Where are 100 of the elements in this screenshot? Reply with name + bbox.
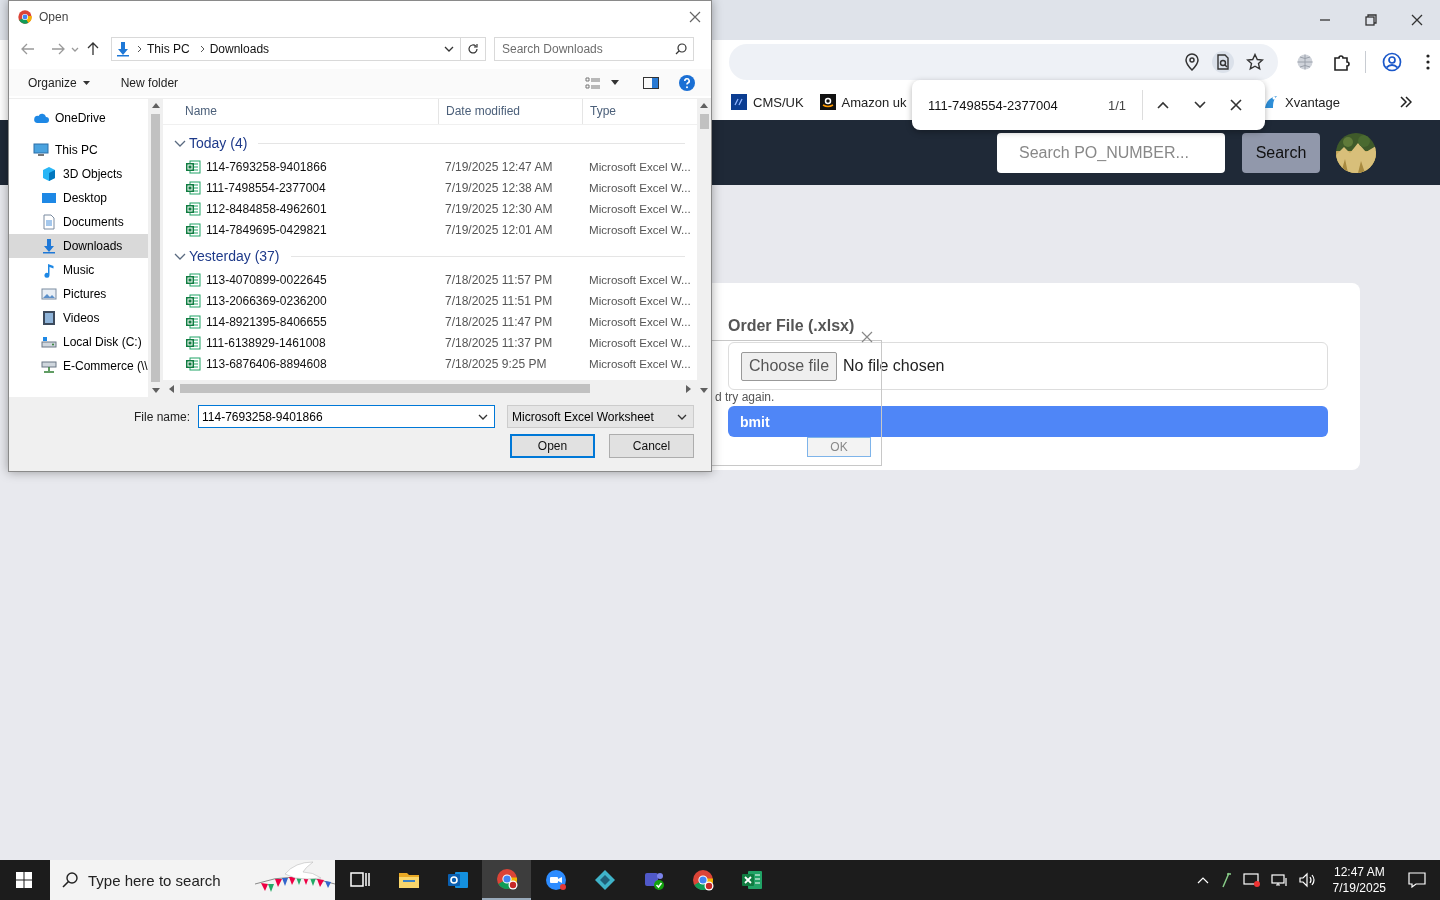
file-type: Microsoft Excel W... (588, 181, 692, 194)
search-box[interactable]: Type here to search (50, 860, 335, 900)
file-row[interactable]: 111-6138929-1461008 7/18/2025 11:37 PM Microsoft Excel W... (163, 332, 697, 353)
scrollbar[interactable] (697, 99, 711, 397)
file-type: Microsoft Excel W... (588, 223, 692, 236)
site-icon (731, 94, 747, 110)
search-field[interactable]: Search Downloads (494, 37, 694, 61)
chevron-down-icon[interactable] (1194, 101, 1207, 109)
path-field[interactable]: This PC Downloads (111, 37, 486, 61)
file-name: 113-2066369-0236200 (206, 293, 327, 308)
file-date: 7/18/2025 11:47 PM (444, 314, 554, 329)
alert-message: d try again. (715, 390, 775, 404)
column-header[interactable]: Name (163, 99, 438, 124)
scrollbar-thumb[interactable] (151, 114, 160, 382)
scroll-up-icon[interactable] (700, 103, 708, 108)
bookmark[interactable]: CMS/UK (731, 94, 804, 110)
forward-arrow-icon[interactable] (51, 43, 65, 55)
close-icon[interactable] (1411, 14, 1423, 26)
help-icon[interactable] (679, 74, 695, 91)
nav-item[interactable]: Music (9, 258, 148, 282)
close-icon[interactable] (1230, 99, 1243, 111)
nav-item[interactable]: E-Commerce (\\ (9, 354, 148, 378)
network-drive-icon (41, 358, 57, 374)
scroll-right-icon[interactable] (686, 384, 691, 393)
new-folder-button[interactable]: New folder (120, 75, 179, 90)
nav-item[interactable]: Documents (9, 210, 148, 234)
breadcrumb-item[interactable]: Downloads (205, 42, 274, 56)
file-date: 7/18/2025 11:57 PM (444, 272, 554, 287)
nav-item[interactable]: Pictures (9, 282, 148, 306)
network-icon[interactable] (1270, 872, 1289, 888)
file-name-field[interactable]: 114-7693258-9401866 (198, 405, 495, 428)
bookmark[interactable]: Xvantage (1263, 94, 1340, 110)
nav-item[interactable]: OneDrive (9, 106, 148, 130)
view-options-icon[interactable] (585, 76, 601, 89)
spreadsheet-file-icon (185, 158, 201, 175)
nav-item[interactable]: This PC (9, 138, 148, 162)
bookmark[interactable]: Amazon uk (819, 94, 907, 110)
account-icon[interactable] (1382, 52, 1402, 72)
taskbar-button[interactable] (482, 860, 531, 900)
back-arrow-icon[interactable] (21, 43, 35, 55)
close-icon[interactable] (689, 11, 701, 23)
file-name: 112-8484858-4962601 (206, 201, 327, 216)
picture-icon (41, 286, 57, 302)
choose-file-button[interactable]: Choose file (741, 351, 838, 381)
nav-item[interactable]: Local Disk (C:) (9, 330, 148, 354)
restore-icon[interactable] (1365, 14, 1377, 26)
file-name: 111-6138929-1461008 (206, 335, 326, 350)
scroll-down-icon[interactable] (151, 388, 160, 393)
scrollbar[interactable] (148, 99, 163, 397)
file-row[interactable]: 112-8484858-4962601 7/19/2025 12:30 AM Microsoft Excel W... (163, 198, 697, 219)
monitor-alert-icon[interactable] (1242, 872, 1261, 888)
refresh-icon[interactable] (467, 43, 479, 55)
nav-item[interactable]: Desktop (9, 186, 148, 210)
puzzle-icon[interactable] (1332, 52, 1352, 72)
scrollbar-thumb[interactable] (180, 384, 590, 393)
search-field[interactable]: Type here to search (88, 868, 248, 892)
location-pin-icon[interactable] (1184, 53, 1200, 71)
column-header[interactable]: Date modified (438, 99, 582, 124)
chevron-right-icon (137, 45, 143, 53)
chevron-down-icon[interactable] (478, 414, 488, 420)
organize-menu[interactable]: Organize (28, 75, 90, 90)
chevrons-icon[interactable] (1400, 96, 1412, 108)
nav-item[interactable]: 3D Objects (9, 162, 148, 186)
file-row[interactable]: 114-7849695-0429821 7/19/2025 12:01 AM Microsoft Excel W... (163, 219, 697, 240)
open-button[interactable]: Open (510, 434, 595, 458)
file-row[interactable]: 114-8921395-8406655 7/18/2025 11:47 PM Microsoft Excel W... (163, 311, 697, 332)
group-header[interactable]: Today (4) (189, 135, 248, 151)
chevron-up-icon[interactable] (1157, 101, 1170, 109)
file-name: 113-6876406-8894608 (206, 356, 327, 371)
file-row[interactable]: 113-4070899-0022645 7/18/2025 11:57 PM Microsoft Excel W... (163, 269, 697, 290)
file-row[interactable]: 114-7693258-9401866 7/19/2025 12:47 AM Microsoft Excel W... (163, 156, 697, 177)
preview-pane-icon[interactable] (643, 76, 659, 89)
file-row[interactable]: 113-2066369-0236200 7/18/2025 11:51 PM Microsoft Excel W... (163, 290, 697, 311)
file-name: 114-7849695-0429821 (206, 222, 327, 237)
scroll-up-icon[interactable] (151, 103, 160, 108)
search-field[interactable]: Search PO_NUMBER... (997, 132, 1225, 173)
group-header[interactable]: Yesterday (37) (189, 248, 280, 264)
file-row[interactable]: 113-6876406-8894608 7/18/2025 9:25 PM Microsoft Excel W... (163, 353, 697, 374)
star-icon[interactable] (1246, 53, 1264, 71)
scroll-left-icon[interactable] (169, 384, 174, 393)
chevron-down-icon[interactable] (444, 46, 454, 52)
browser-icon (690, 868, 715, 892)
clock-date[interactable]: 7/19/2025 (1332, 880, 1386, 896)
cancel-button[interactable]: Cancel (609, 434, 694, 458)
nav-item[interactable]: Videos (9, 306, 148, 330)
nav-item[interactable]: Downloads (9, 234, 148, 258)
file-date: 7/18/2025 11:51 PM (444, 293, 554, 308)
notification-icon[interactable] (1408, 872, 1426, 888)
search-button[interactable]: Search (1242, 132, 1320, 173)
file-type-dropdown[interactable]: Microsoft Excel Worksheet (507, 405, 694, 428)
speaker-icon[interactable] (1298, 872, 1317, 888)
up-arrow-icon[interactable] (87, 42, 99, 56)
file-date: 7/18/2025 11:37 PM (444, 335, 554, 350)
find-field[interactable]: 111-7498554-2377004 (926, 96, 1100, 114)
clock-time[interactable]: 12:47 AM (1332, 864, 1386, 880)
scrollbar-thumb[interactable] (699, 114, 709, 129)
file-row[interactable]: 111-7498554-2377004 7/19/2025 12:38 AM Microsoft Excel W... (163, 177, 697, 198)
more-menu-icon[interactable] (1426, 53, 1430, 71)
scroll-down-icon[interactable] (700, 388, 708, 393)
breadcrumb-item[interactable]: This PC (143, 42, 194, 56)
